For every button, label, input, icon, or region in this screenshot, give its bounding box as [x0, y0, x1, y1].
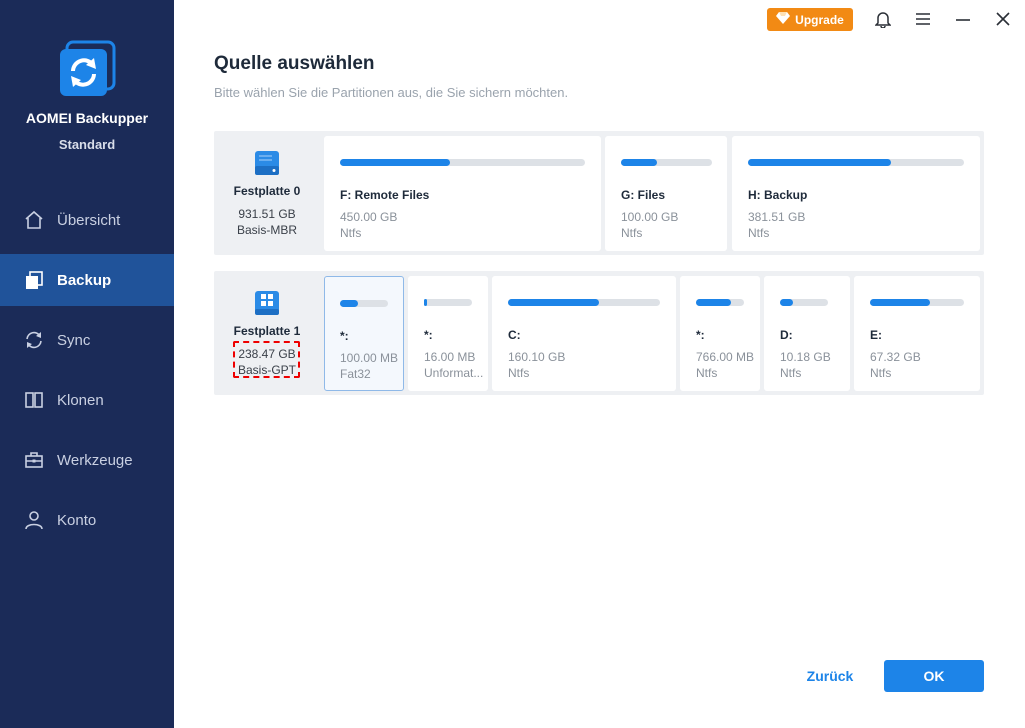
- usage-bar-fill: [780, 299, 793, 306]
- page-subtitle: Bitte wählen Sie die Partitionen aus, di…: [214, 85, 569, 100]
- usage-bar-fill: [748, 159, 891, 166]
- partition-label: *:: [424, 328, 433, 342]
- partition-size: 10.18 GB: [780, 350, 831, 364]
- partition-label: *:: [696, 328, 705, 342]
- app-name: AOMEI Backupper: [25, 110, 149, 126]
- partition-card[interactable]: *: 766.00 MB Ntfs: [680, 276, 760, 391]
- user-icon: [24, 510, 44, 530]
- menu-icon[interactable]: [913, 9, 933, 29]
- usage-bar-fill: [340, 159, 451, 166]
- disk-name: Festplatte 0: [233, 184, 301, 198]
- partition-size: 16.00 MB: [424, 350, 476, 364]
- nav-item-label: Übersicht: [57, 211, 121, 229]
- nav-item-label: Klonen: [57, 391, 104, 409]
- back-button[interactable]: Zurück: [790, 660, 870, 692]
- diamond-icon: [776, 12, 791, 27]
- partition-size: 766.00 MB: [696, 350, 755, 364]
- usage-bar: [340, 300, 388, 307]
- usage-bar: [780, 299, 828, 306]
- windows-disk-icon: [252, 288, 282, 318]
- usage-bar: [870, 299, 964, 306]
- partition-card[interactable]: C: 160.10 GB Ntfs: [492, 276, 676, 391]
- partition-card[interactable]: G: Files 100.00 GB Ntfs: [605, 136, 727, 251]
- app-edition: Standard: [58, 137, 116, 152]
- partition-card[interactable]: *: 16.00 MB Unformat...: [408, 276, 488, 391]
- sidebar: AOMEI Backupper Standard Übersicht Backu…: [0, 0, 174, 728]
- nav-item-werkzeuge[interactable]: Werkzeuge: [0, 434, 174, 486]
- upgrade-button[interactable]: Upgrade: [767, 8, 853, 31]
- partition-card[interactable]: D: 10.18 GB Ntfs: [764, 276, 850, 391]
- usage-bar-fill: [870, 299, 931, 306]
- partition-label: D:: [780, 328, 793, 342]
- nav-item-label: Konto: [57, 511, 97, 529]
- nav-item-label: Backup: [57, 271, 112, 289]
- disk-type: Basis-GPT: [237, 363, 296, 377]
- app-logo-icon: [58, 40, 116, 98]
- close-icon[interactable]: [993, 9, 1013, 29]
- partition-label: C:: [508, 328, 521, 342]
- disk-size: 931.51 GB: [238, 207, 296, 221]
- usage-bar-fill: [696, 299, 731, 306]
- usage-bar-fill: [621, 159, 658, 166]
- disk-name: Festplatte 1: [233, 324, 301, 338]
- hard-disk-icon: [252, 148, 282, 178]
- partition-card[interactable]: *: 100.00 MB Fat32: [324, 276, 404, 391]
- usage-bar: [748, 159, 964, 166]
- disk-info: Festplatte 1 238.47 GB Basis-GPT: [214, 271, 320, 395]
- nav-item-konto[interactable]: Konto: [0, 494, 174, 546]
- partition-filesystem: Fat32: [340, 367, 371, 381]
- partition-label: H: Backup: [748, 188, 808, 202]
- partition-size: 67.32 GB: [870, 350, 921, 364]
- partition-filesystem: Ntfs: [340, 226, 362, 240]
- disk-type: Basis-MBR: [236, 223, 297, 237]
- partition-label: *:: [340, 329, 349, 343]
- usage-bar-fill: [424, 299, 427, 306]
- nav-item-uebersicht[interactable]: Übersicht: [0, 194, 174, 246]
- usage-bar-fill: [508, 299, 600, 306]
- usage-bar: [621, 159, 712, 166]
- nav-item-label: Werkzeuge: [57, 451, 133, 469]
- disk-info: Festplatte 0 931.51 GB Basis-MBR: [214, 131, 320, 255]
- home-icon: [24, 210, 44, 230]
- partition-size: 160.10 GB: [508, 350, 566, 364]
- partition-filesystem: Ntfs: [508, 366, 530, 380]
- disk-size: 238.47 GB: [238, 347, 296, 361]
- partition-filesystem: Ntfs: [870, 366, 892, 380]
- sync-icon: [24, 330, 44, 350]
- disk-row-1: Festplatte 1 238.47 GB Basis-GPT *: 100.…: [214, 271, 984, 395]
- nav-item-backup[interactable]: Backup: [0, 254, 174, 306]
- partition-filesystem: Ntfs: [696, 366, 718, 380]
- partition-size: 100.00 MB: [340, 351, 399, 365]
- usage-bar-fill: [340, 300, 359, 307]
- ok-button[interactable]: OK: [884, 660, 984, 692]
- partition-label: E:: [870, 328, 882, 342]
- partition-filesystem: Ntfs: [621, 226, 643, 240]
- partition-filesystem: Ntfs: [780, 366, 802, 380]
- nav-item-klonen[interactable]: Klonen: [0, 374, 174, 426]
- nav-item-sync[interactable]: Sync: [0, 314, 174, 366]
- disk-row-0: Festplatte 0 931.51 GB Basis-MBR F: Remo…: [214, 131, 984, 255]
- partition-card[interactable]: H: Backup 381.51 GB Ntfs: [732, 136, 980, 251]
- partition-size: 450.00 GB: [340, 210, 398, 224]
- partition-size: 381.51 GB: [748, 210, 806, 224]
- upgrade-label: Upgrade: [795, 12, 844, 27]
- partition-filesystem: Unformat...: [424, 366, 484, 380]
- partition-label: G: Files: [621, 188, 666, 202]
- bell-icon[interactable]: [873, 9, 893, 29]
- backup-icon: [24, 270, 44, 290]
- usage-bar: [508, 299, 660, 306]
- clone-icon: [24, 390, 44, 410]
- partition-filesystem: Ntfs: [748, 226, 770, 240]
- partition-size: 100.00 GB: [621, 210, 679, 224]
- partition-card[interactable]: E: 67.32 GB Ntfs: [854, 276, 980, 391]
- partition-card[interactable]: F: Remote Files 450.00 GB Ntfs: [324, 136, 601, 251]
- minimize-icon[interactable]: [953, 9, 973, 29]
- partition-label: F: Remote Files: [340, 188, 430, 202]
- usage-bar: [424, 299, 472, 306]
- nav-item-label: Sync: [57, 331, 91, 349]
- usage-bar: [696, 299, 744, 306]
- page-title: Quelle auswählen: [214, 53, 375, 74]
- tools-icon: [24, 450, 44, 470]
- usage-bar: [340, 159, 585, 166]
